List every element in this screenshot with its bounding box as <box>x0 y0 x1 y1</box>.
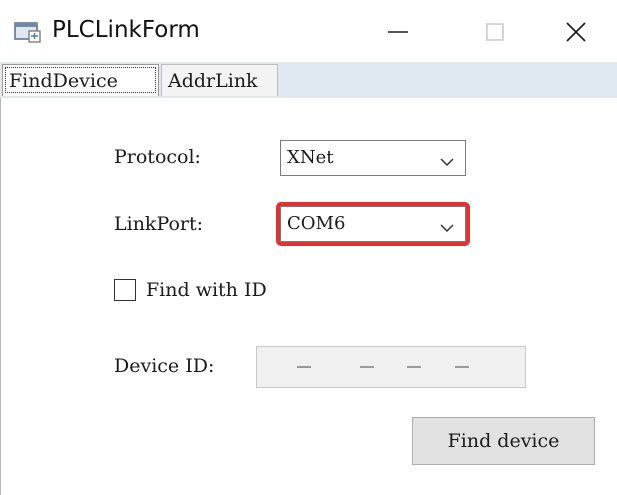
device-id-segment <box>455 366 469 368</box>
find-with-id-checkbox[interactable] <box>114 279 136 301</box>
find-with-id-label[interactable]: Find with ID <box>146 279 267 301</box>
device-id-segment <box>360 366 374 368</box>
device-id-field <box>256 346 526 388</box>
title-bar[interactable]: PLCLinkForm <box>0 0 617 62</box>
protocol-label: Protocol: <box>114 146 201 168</box>
chevron-down-icon <box>439 153 455 172</box>
protocol-select[interactable]: XNet <box>280 140 466 176</box>
maximize-button[interactable] <box>472 10 518 54</box>
tab-addr-link[interactable]: AddrLink <box>161 64 278 96</box>
tab-find-device[interactable]: FindDevice <box>2 64 159 96</box>
close-button[interactable] <box>553 10 599 54</box>
app-icon <box>14 20 42 44</box>
close-icon <box>566 22 586 42</box>
link-port-label: LinkPort: <box>114 213 204 235</box>
link-port-value: COM6 <box>287 213 346 234</box>
window-title: PLCLinkForm <box>52 17 200 43</box>
device-id-label: Device ID: <box>114 355 215 377</box>
minimize-icon <box>388 31 408 33</box>
device-id-segment <box>407 366 421 368</box>
find-device-button[interactable]: Find device <box>412 417 595 465</box>
plc-link-form-window: PLCLinkForm FindDevice AddrLink Protocol… <box>0 0 617 495</box>
minimize-button[interactable] <box>375 10 421 54</box>
device-id-segment <box>297 366 311 368</box>
link-port-select[interactable]: COM6 <box>280 206 466 242</box>
protocol-value: XNet <box>287 147 334 168</box>
chevron-down-icon <box>439 219 455 238</box>
maximize-icon <box>486 23 504 41</box>
